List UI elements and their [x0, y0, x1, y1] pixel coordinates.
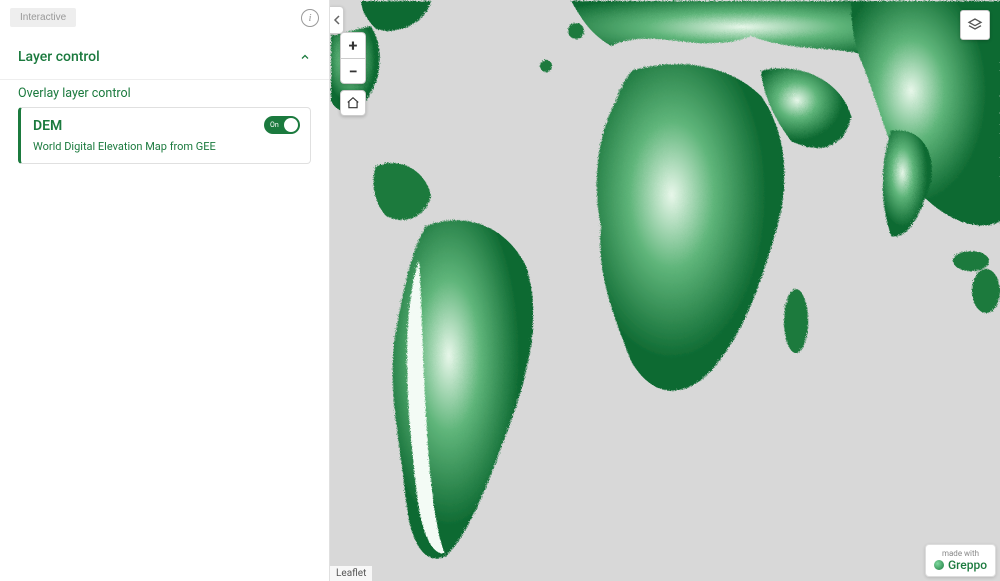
sidebar: Interactive i Layer control Overlay laye… [0, 0, 330, 581]
layers-button[interactable] [960, 10, 990, 40]
zoom-out-button[interactable]: − [340, 58, 366, 84]
chevron-left-icon [333, 15, 341, 25]
sidebar-collapse-handle[interactable] [330, 6, 344, 34]
chevron-up-icon [299, 51, 311, 63]
map-attribution[interactable]: Leaflet [330, 566, 372, 581]
section-title: Layer control [18, 49, 100, 65]
layer-card-dem: DEM World Digital Elevation Map from GEE… [18, 107, 311, 164]
layer-toggle[interactable]: On [264, 116, 300, 134]
made-with-label: made with [934, 549, 987, 558]
map-controls: + − [340, 32, 366, 116]
home-button[interactable] [340, 90, 366, 116]
info-icon[interactable]: i [301, 9, 319, 27]
zoom-control: + − [340, 32, 366, 84]
sidebar-header: Interactive i [0, 0, 329, 35]
layer-description: World Digital Elevation Map from GEE [33, 140, 298, 153]
world-elevation-map [330, 0, 1000, 581]
layers-icon [967, 17, 983, 33]
made-with-brand: Greppo [934, 558, 987, 572]
brand-name: Greppo [948, 558, 987, 572]
made-with-badge[interactable]: made with Greppo [925, 544, 996, 577]
toggle-knob [284, 118, 298, 132]
layer-name: DEM [33, 118, 298, 134]
home-icon [346, 96, 360, 110]
brand-logo-icon [934, 560, 944, 570]
layer-control-body: Overlay layer control DEM World Digital … [0, 80, 329, 178]
overlay-subsection-title: Overlay layer control [18, 86, 311, 101]
layer-control-header[interactable]: Layer control [0, 35, 329, 80]
map-area[interactable]: + − Leaflet made with Greppo [330, 0, 1000, 581]
toggle-label: On [270, 121, 284, 129]
interactive-button[interactable]: Interactive [10, 8, 76, 27]
zoom-in-button[interactable]: + [340, 32, 366, 58]
